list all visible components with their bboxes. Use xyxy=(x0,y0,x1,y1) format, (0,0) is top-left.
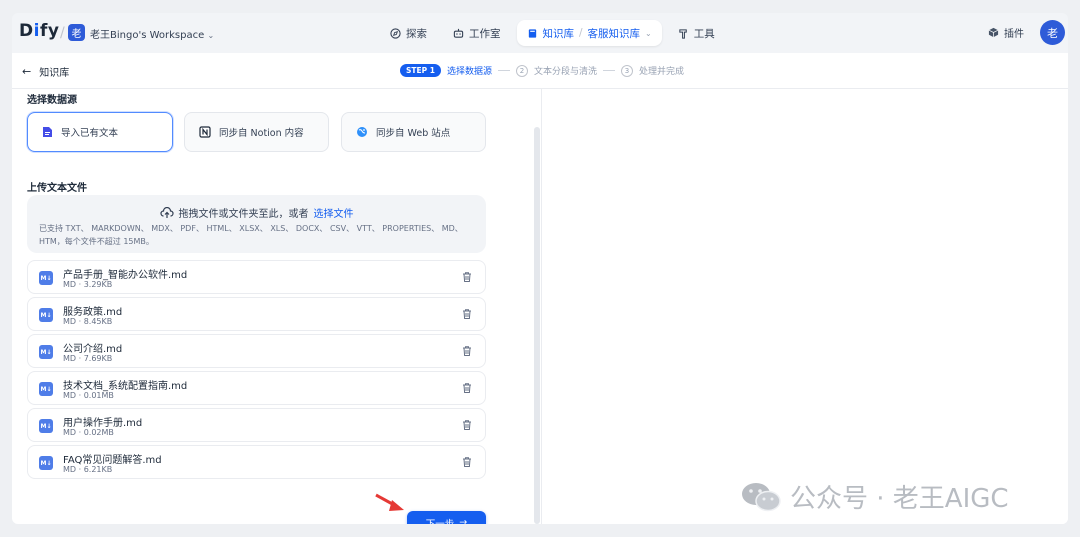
user-avatar[interactable]: 老 xyxy=(1040,20,1065,45)
workspace-switcher[interactable]: 老王Bingo's Workspace ⌄ xyxy=(90,26,214,41)
markdown-icon: M↓ xyxy=(39,382,53,396)
step1-label: 选择数据源 xyxy=(446,67,492,77)
workspace-avatar: 老 xyxy=(68,24,85,41)
watermark: 公众号 · 老王AIGC xyxy=(740,478,1009,515)
trash-icon[interactable] xyxy=(461,345,473,357)
supported-formats: 已支持 TXT、 MARKDOWN、 MDX、 PDF、 HTML、 XLSX、… xyxy=(39,224,463,246)
main-nav: 探索 工作室 知识库 / 客服知识库 ⌄ 工具 xyxy=(380,20,725,46)
notion-icon xyxy=(199,126,211,138)
upload-title: 上传文本文件 xyxy=(27,183,87,194)
file-meta: MD · 0.01MB xyxy=(63,391,114,400)
file-meta: MD · 7.69KB xyxy=(63,354,113,363)
step1-badge: STEP 1 xyxy=(400,64,441,77)
datasource-title: 选择数据源 xyxy=(27,95,77,106)
file-meta: MD · 0.02MB xyxy=(63,428,114,437)
select-file-link[interactable]: 选择文件 xyxy=(314,205,354,220)
file-item: M↓ 服务政策.md MD · 8.45KB xyxy=(27,297,486,331)
nav-studio[interactable]: 工作室 xyxy=(443,20,511,46)
nav-knowledge[interactable]: 知识库 / 客服知识库 ⌄ xyxy=(516,20,662,46)
workspace-name: 老王Bingo's Workspace xyxy=(90,30,205,41)
nav-tools[interactable]: 工具 xyxy=(668,20,725,46)
markdown-icon: M↓ xyxy=(39,456,53,470)
step-connector xyxy=(603,70,615,71)
trash-icon[interactable] xyxy=(461,382,473,394)
file-name: 公司介绍.md xyxy=(63,344,123,355)
datasource-panel: 选择数据源 导入已有文本 同步自 Notion 内容 同步自 Web 站点 上传… xyxy=(12,89,534,524)
source-option-web[interactable]: 同步自 Web 站点 xyxy=(341,112,486,152)
watermark-text: 公众号 · 老王AIGC xyxy=(790,484,1009,514)
top-navbar: Dify / 老 老王Bingo's Workspace ⌄ 探索 工作室 知识… xyxy=(12,13,1068,53)
file-meta: MD · 3.29KB xyxy=(63,280,113,289)
main-content: ← 知识库 STEP 1 选择数据源 2 文本分段与清洗 3 处理并完成 选择数… xyxy=(12,53,1068,524)
file-meta: MD · 6.21KB xyxy=(63,465,113,474)
file-item: M↓ 用户操作手册.md MD · 0.02MB xyxy=(27,408,486,442)
step2-number: 2 xyxy=(515,64,528,77)
plugins-button[interactable]: 插件 xyxy=(988,25,1024,40)
cube-icon xyxy=(988,27,999,38)
file-meta: MD · 8.45KB xyxy=(63,317,113,326)
file-item: M↓ 产品手册_智能办公软件.md MD · 3.29KB xyxy=(27,260,486,294)
file-item: M↓ 技术文档_系统配置指南.md MD · 0.01MB xyxy=(27,371,486,405)
markdown-icon: M↓ xyxy=(39,308,53,322)
trash-icon[interactable] xyxy=(461,419,473,431)
file-name: 技术文档_系统配置指南.md xyxy=(63,381,188,392)
file-item: M↓ FAQ常见问题解答.md MD · 6.21KB xyxy=(27,445,486,479)
robot-icon xyxy=(453,28,464,38)
upload-dropzone[interactable]: 拖拽文件或文件夹至此，或者 选择文件 已支持 TXT、 MARKDOWN、 MD… xyxy=(27,195,486,253)
next-step-button[interactable]: 下一步 → xyxy=(407,511,486,524)
separator: / xyxy=(60,25,65,41)
app-window: Dify / 老 老王Bingo's Workspace ⌄ 探索 工作室 知识… xyxy=(12,13,1068,524)
scrollbar[interactable] xyxy=(534,127,540,524)
cloud-upload-icon xyxy=(159,206,174,218)
step3-number: 3 xyxy=(621,64,633,77)
chevron-down-icon: ⌄ xyxy=(645,28,652,38)
trash-icon[interactable] xyxy=(461,308,473,320)
step3-label: 处理并完成 xyxy=(639,67,685,77)
wechat-icon xyxy=(742,482,781,511)
stepper: STEP 1 选择数据源 2 文本分段与清洗 3 处理并完成 xyxy=(400,64,684,77)
current-knowledge-base[interactable]: 客服知识库 xyxy=(588,26,641,41)
trash-icon[interactable] xyxy=(461,456,473,468)
markdown-icon: M↓ xyxy=(39,345,53,359)
separator: / xyxy=(579,27,583,39)
compass-icon xyxy=(390,27,401,39)
file-name: 服务政策.md xyxy=(63,307,123,318)
book-icon xyxy=(528,28,536,38)
hammer-icon xyxy=(679,28,687,39)
step-connector xyxy=(497,70,510,71)
file-name: 产品手册_智能办公软件.md xyxy=(63,270,188,281)
dify-logo[interactable]: Dify xyxy=(19,21,59,41)
step2-label: 文本分段与清洗 xyxy=(533,67,597,77)
annotation-arrow-icon xyxy=(375,493,404,511)
arrow-right-icon: → xyxy=(459,517,468,524)
file-name: 用户操作手册.md xyxy=(63,418,143,429)
arrow-left-icon: ← xyxy=(22,65,32,78)
nav-explore[interactable]: 探索 xyxy=(380,20,437,46)
web-icon xyxy=(357,127,367,137)
source-option-file[interactable]: 导入已有文本 xyxy=(27,112,173,152)
chevron-down-icon: ⌄ xyxy=(207,31,215,40)
markdown-icon: M↓ xyxy=(39,419,53,433)
preview-panel xyxy=(542,89,1068,524)
file-text-icon xyxy=(43,127,52,137)
file-item: M↓ 公司介绍.md MD · 7.69KB xyxy=(27,334,486,368)
back-to-knowledge[interactable]: ← 知识库 xyxy=(22,64,69,79)
file-name: FAQ常见问题解答.md xyxy=(63,455,162,466)
markdown-icon: M↓ xyxy=(39,271,53,285)
source-option-notion[interactable]: 同步自 Notion 内容 xyxy=(184,112,329,152)
trash-icon[interactable] xyxy=(461,271,473,283)
page-header: ← 知识库 STEP 1 选择数据源 2 文本分段与清洗 3 处理并完成 xyxy=(12,53,1068,89)
drag-text: 拖拽文件或文件夹至此，或者 xyxy=(178,209,309,220)
